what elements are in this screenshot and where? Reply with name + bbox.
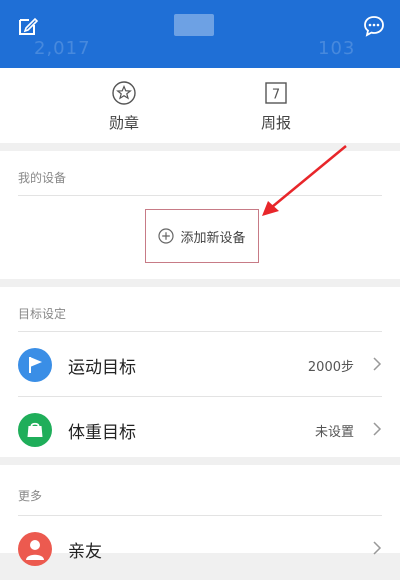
header-ghost-left: 2,017 [34,38,91,59]
medal-label: 勋章 [108,114,139,132]
calendar-icon: 7 [265,82,287,104]
friends-label: 亲友 [68,542,102,562]
exercise-goal-value: 2000步 [307,360,354,375]
flag-icon [18,348,52,382]
add-device-label: 添加新设备 [180,230,246,246]
edit-icon[interactable] [16,14,40,38]
weekly-report-shortcut[interactable]: 7 周报 [236,80,316,133]
plus-circle-icon [158,228,175,244]
weight-goal-value: 未设置 [314,425,354,440]
chat-bubble-icon[interactable] [362,14,386,38]
goal-settings-section: 目标设定 运动目标 2000步 体重目标 未设置 [0,287,400,457]
weight-goal-row[interactable]: 体重目标 未设置 [0,397,400,461]
medal-shortcut[interactable]: 勋章 [84,80,164,133]
my-devices-title: 我的设备 [18,171,67,185]
scale-bag-icon [18,413,52,447]
calendar-day-text: 7 [272,88,280,103]
app-header: 2,017 103 [0,0,400,68]
chevron-right-icon [373,357,382,371]
chevron-right-icon [373,422,382,436]
weight-goal-label: 体重目标 [68,423,136,443]
weekly-report-label: 周报 [260,114,291,132]
header-ghost-right: 103 [318,38,356,59]
header-title-blurred [174,14,214,36]
more-section: 更多 亲友 [0,465,400,566]
goal-settings-title: 目标设定 [18,307,67,321]
chevron-right-icon [373,541,382,555]
medal-star-icon [112,81,136,105]
add-device-button[interactable]: 添加新设备 [145,209,259,263]
my-devices-section: 我的设备 添加新设备 [0,151,400,279]
divider [18,195,382,196]
exercise-goal-label: 运动目标 [68,358,136,378]
person-icon [18,532,52,566]
shortcut-bar: 勋章 7 周报 [0,68,400,143]
exercise-goal-row[interactable]: 运动目标 2000步 [0,332,400,396]
friends-row[interactable]: 亲友 [0,516,400,580]
more-title: 更多 [18,489,43,503]
